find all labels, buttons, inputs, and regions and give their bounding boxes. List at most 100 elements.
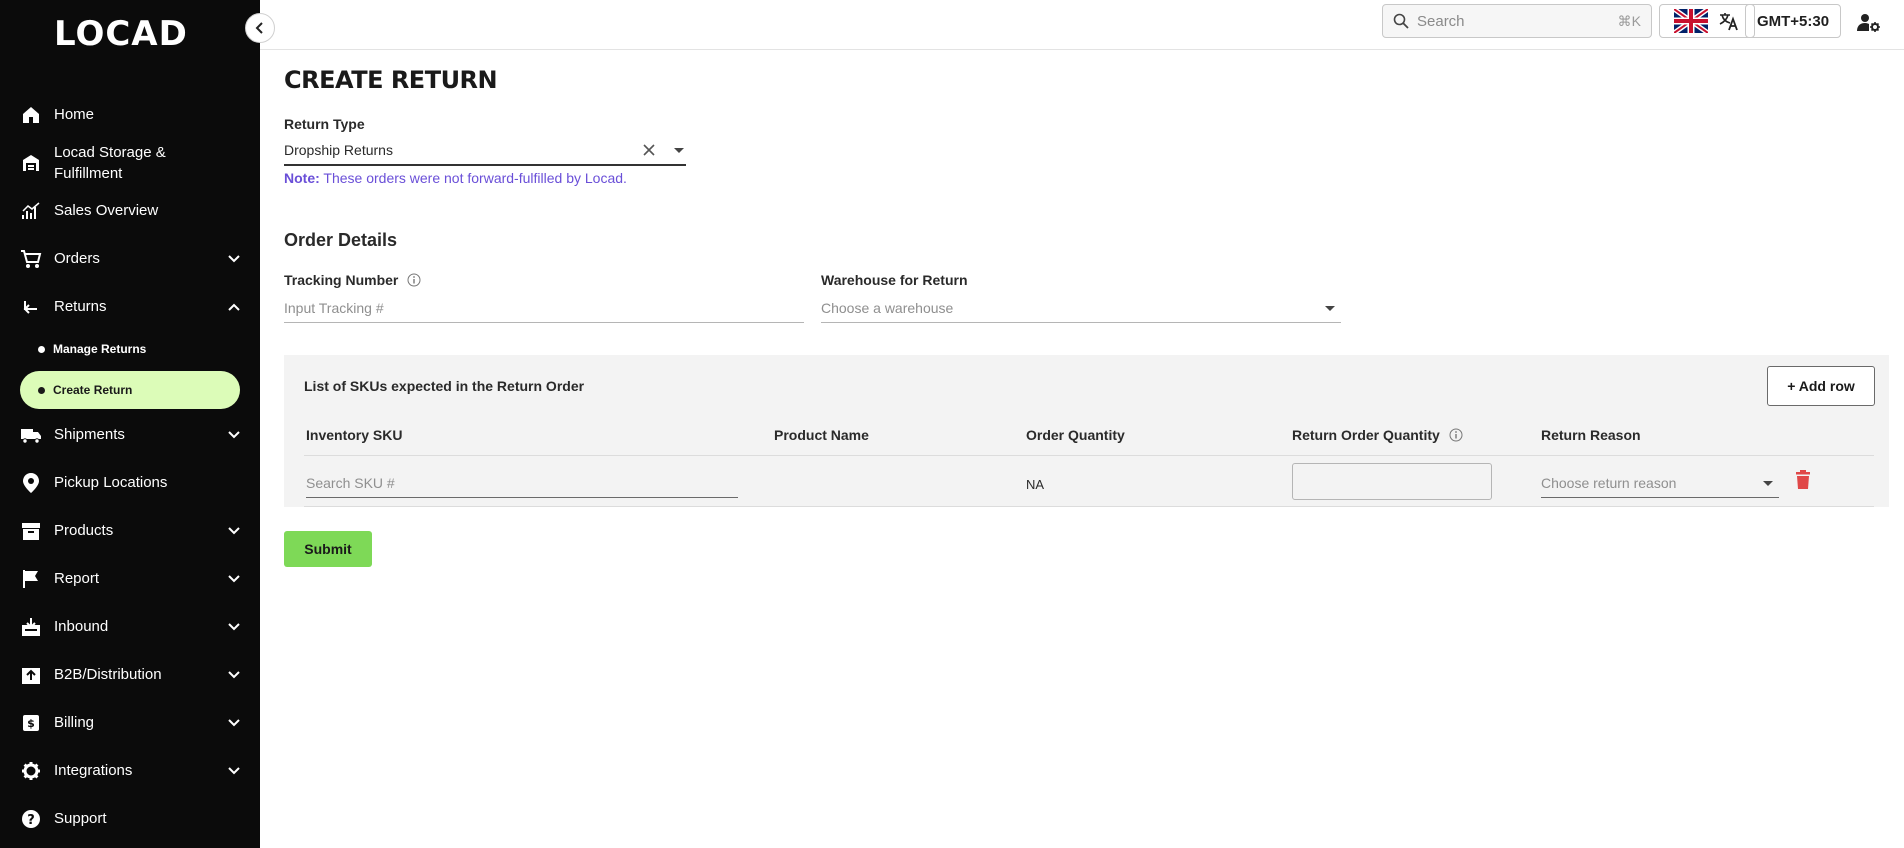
order-details-title: Order Details bbox=[284, 230, 398, 250]
clear-icon[interactable] bbox=[642, 143, 656, 157]
tracking-number-label: Tracking Number bbox=[284, 272, 422, 288]
sidebar-item-label: B2B/Distribution bbox=[54, 666, 162, 683]
sku-search-placeholder: Search SKU # bbox=[306, 474, 395, 491]
dropdown-arrow-icon bbox=[672, 145, 686, 155]
column-header-product-name: Product Name bbox=[774, 427, 869, 443]
sku-search-input[interactable]: Search SKU # bbox=[306, 468, 738, 498]
sidebar-item-label: Report bbox=[54, 570, 100, 587]
sidebar-item-pickup-locations[interactable]: Pickup Locations bbox=[20, 472, 242, 494]
cart-icon bbox=[20, 248, 42, 270]
chevron-down-icon bbox=[226, 523, 242, 539]
chevron-left-icon bbox=[255, 22, 263, 34]
warehouse-placeholder: Choose a warehouse bbox=[821, 299, 954, 316]
sidebar-item-label: Billing bbox=[54, 714, 95, 731]
submit-button[interactable]: Submit bbox=[284, 531, 372, 567]
gear-icon bbox=[20, 760, 42, 782]
tracking-number-input[interactable]: Input Tracking # bbox=[284, 293, 804, 323]
inbound-icon bbox=[20, 616, 42, 638]
chevron-down-icon bbox=[226, 715, 242, 731]
sidebar-subitem-create-return[interactable]: Create Return bbox=[20, 371, 240, 409]
chevron-down-icon bbox=[226, 427, 242, 443]
sidebar-item-label: Inbound bbox=[54, 618, 109, 635]
flag-icon bbox=[20, 568, 42, 590]
billing-icon: $ bbox=[20, 712, 42, 734]
info-icon[interactable] bbox=[1448, 427, 1464, 443]
page-title: CREATE RETURN bbox=[284, 66, 498, 94]
translate-icon bbox=[1719, 13, 1738, 31]
locad-logo[interactable]: LOCAD bbox=[54, 14, 206, 50]
sidebar-item-b2b-distribution[interactable]: B2B/Distribution bbox=[20, 664, 242, 686]
warehouse-select[interactable]: Choose a warehouse bbox=[821, 293, 1341, 323]
sku-panel-title: List of SKUs expected in the Return Orde… bbox=[304, 378, 585, 394]
search-shortcut: ⌘K bbox=[1617, 12, 1641, 29]
sidebar-item-products[interactable]: Products bbox=[20, 520, 242, 542]
home-icon bbox=[20, 104, 42, 126]
return-icon bbox=[20, 296, 42, 318]
warehouse-icon bbox=[20, 152, 42, 174]
distribution-icon bbox=[20, 664, 42, 686]
sidebar-subitem-manage-returns[interactable]: Manage Returns bbox=[20, 330, 240, 368]
chevron-down-icon bbox=[226, 571, 242, 587]
return-reason-select[interactable]: Choose return reason bbox=[1541, 468, 1779, 498]
top-bar: Search ⌘K GMT+5:30 bbox=[260, 0, 1904, 50]
timezone-selector[interactable]: GMT+5:30 bbox=[1745, 4, 1841, 38]
sidebar-item-label: Shipments bbox=[54, 426, 125, 443]
info-icon[interactable] bbox=[406, 272, 422, 288]
trash-icon bbox=[1796, 470, 1810, 489]
sidebar-subitem-label: Create Return bbox=[53, 383, 133, 397]
dropdown-arrow-icon bbox=[1323, 303, 1337, 313]
help-icon: ? bbox=[20, 808, 42, 830]
sidebar: LOCAD Home Locad Storage & Fulfillment Sa… bbox=[0, 0, 275, 848]
chart-icon bbox=[20, 200, 42, 222]
sidebar-item-integrations[interactable]: Integrations bbox=[20, 760, 242, 782]
collapse-sidebar-button[interactable] bbox=[245, 13, 275, 43]
warehouse-label: Warehouse for Return bbox=[821, 272, 968, 288]
dropdown-arrow-icon bbox=[1761, 478, 1775, 488]
user-settings-icon[interactable] bbox=[1856, 10, 1882, 36]
language-selector[interactable] bbox=[1659, 4, 1755, 38]
return-order-quantity-input[interactable] bbox=[1292, 463, 1492, 500]
add-row-button[interactable]: + Add row bbox=[1767, 366, 1875, 406]
sidebar-item-label: Locad Storage & Fulfillment bbox=[54, 144, 166, 182]
delete-row-button[interactable] bbox=[1793, 468, 1813, 492]
sidebar-item-label: Support bbox=[54, 810, 107, 827]
sidebar-item-home[interactable]: Home bbox=[20, 104, 242, 126]
return-type-value: Dropship Returns bbox=[284, 142, 393, 158]
column-header-return-reason: Return Reason bbox=[1541, 427, 1641, 443]
search-icon bbox=[1393, 13, 1409, 29]
column-header-inventory-sku: Inventory SKU bbox=[306, 427, 403, 443]
svg-text:$: $ bbox=[27, 717, 35, 730]
sidebar-item-report[interactable]: Report bbox=[20, 568, 242, 590]
search-placeholder: Search bbox=[1417, 12, 1465, 30]
bullet-icon bbox=[38, 386, 45, 394]
chevron-up-icon bbox=[226, 299, 242, 315]
sidebar-item-shipments[interactable]: Shipments bbox=[20, 424, 242, 446]
sidebar-item-label: Home bbox=[54, 106, 95, 123]
column-header-return-order-quantity: Return Order Quantity bbox=[1292, 427, 1464, 443]
table-header-divider bbox=[304, 455, 1874, 456]
order-quantity-value: NA bbox=[1026, 477, 1045, 492]
truck-icon bbox=[20, 424, 42, 446]
sidebar-item-label: Integrations bbox=[54, 762, 133, 779]
sidebar-item-label: Orders bbox=[54, 250, 100, 267]
sidebar-item-returns[interactable]: Returns bbox=[20, 296, 242, 318]
table-row-divider bbox=[304, 506, 1874, 507]
sidebar-item-sales-overview[interactable]: Sales Overview bbox=[20, 200, 242, 222]
sidebar-item-inbound[interactable]: Inbound bbox=[20, 616, 242, 638]
uk-flag-icon bbox=[1674, 9, 1708, 33]
tracking-number-placeholder: Input Tracking # bbox=[284, 299, 384, 316]
bullet-icon bbox=[38, 345, 45, 353]
chevron-down-icon bbox=[226, 763, 242, 779]
box-icon bbox=[20, 520, 42, 542]
sidebar-item-label: Sales Overview bbox=[54, 202, 159, 219]
return-type-select[interactable]: Dropship Returns bbox=[284, 136, 686, 166]
sidebar-item-billing[interactable]: $ Billing bbox=[20, 712, 242, 734]
sidebar-subitem-label: Manage Returns bbox=[53, 342, 147, 356]
sidebar-item-storage[interactable]: Locad Storage & Fulfillment bbox=[20, 142, 242, 184]
global-search[interactable]: Search ⌘K bbox=[1382, 4, 1652, 38]
sidebar-item-label: Returns bbox=[54, 298, 107, 315]
svg-text:?: ? bbox=[27, 813, 35, 828]
chevron-down-icon bbox=[226, 251, 242, 267]
sidebar-item-orders[interactable]: Orders bbox=[20, 248, 242, 270]
sidebar-item-support[interactable]: ? Support bbox=[20, 808, 242, 830]
